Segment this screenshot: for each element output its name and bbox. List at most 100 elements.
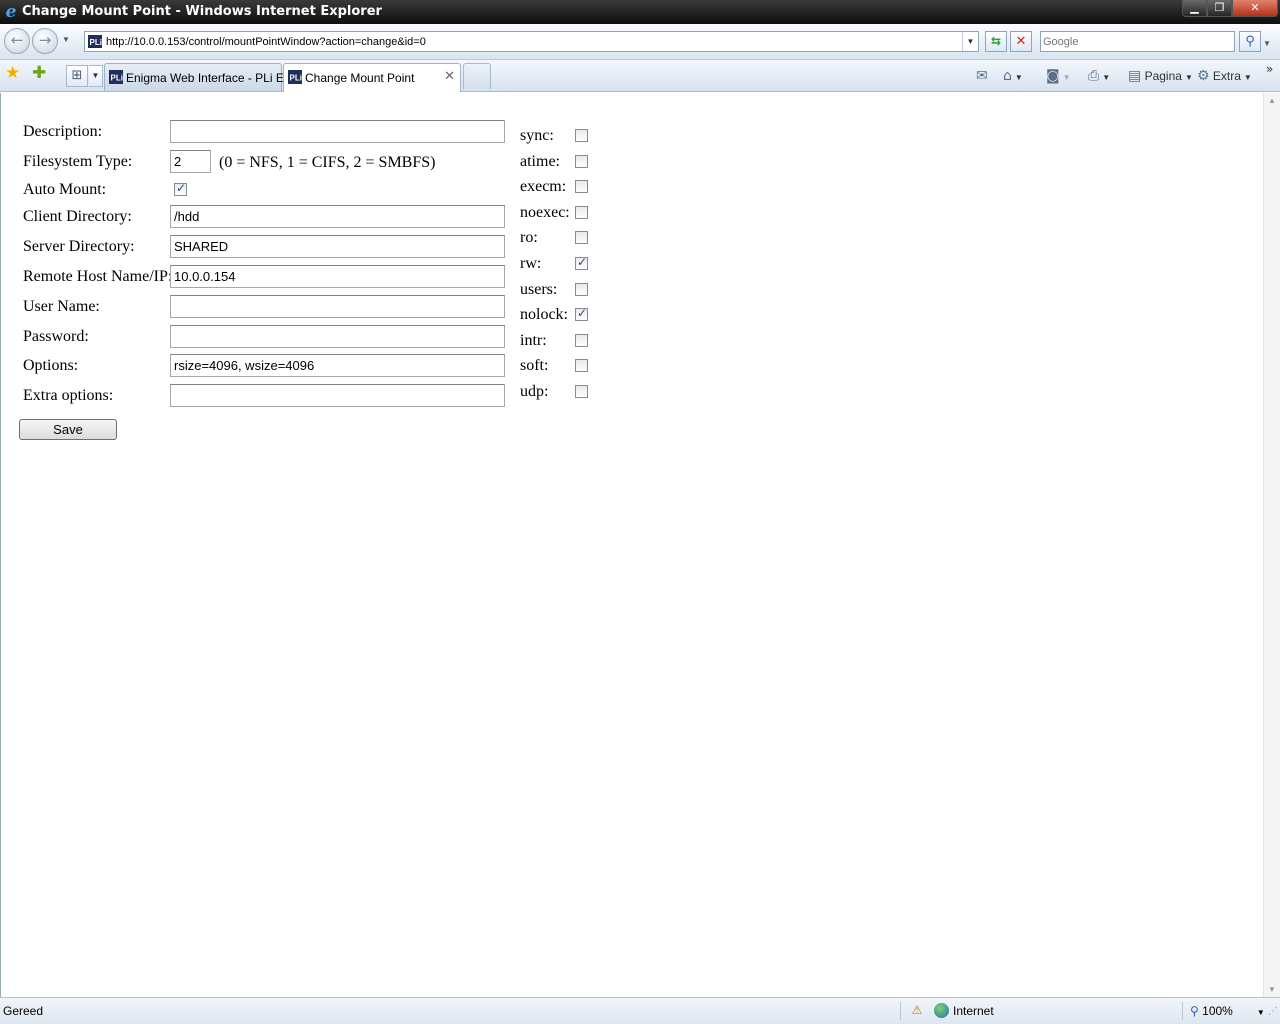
svg-text:PLi: PLi	[290, 74, 302, 83]
window-controls: ▁ ❐ ✕	[1182, 0, 1278, 18]
mount-option-checkbox[interactable]	[575, 129, 588, 142]
mount-option-checkbox[interactable]	[575, 306, 588, 321]
client-directory-label: Client Directory:	[23, 208, 132, 225]
mount-option-checkbox[interactable]	[575, 180, 588, 193]
internet-zone-globe-icon	[934, 1003, 949, 1018]
options-input[interactable]	[170, 354, 505, 377]
printer-icon: ⎙	[1088, 68, 1100, 84]
mount-option-label: soft:	[520, 357, 549, 374]
home-icon: ⌂	[1003, 68, 1012, 84]
zoom-dropdown[interactable]: ▼	[1257, 1008, 1265, 1017]
add-favorites-icon[interactable]: ✚	[32, 63, 46, 83]
mount-option-label: users:	[520, 281, 558, 298]
new-tab-button[interactable]	[463, 63, 491, 89]
feeds-dropdown[interactable]: ▼	[1063, 73, 1071, 82]
tab-list-dropdown[interactable]: ▼	[89, 65, 103, 87]
home-dropdown[interactable]: ▼	[1015, 73, 1023, 82]
page-content: Description: Filesystem Type: (0 = NFS, …	[0, 93, 1280, 997]
mount-option-checkbox[interactable]	[575, 155, 588, 168]
vertical-scrollbar[interactable]: ▲ ▼	[1263, 93, 1280, 997]
password-input[interactable]	[170, 325, 505, 348]
tools-menu[interactable]: ⚙ Extra ▼	[1197, 66, 1252, 86]
fstype-hint: (0 = NFS, 1 = CIFS, 2 = SMBFS)	[219, 154, 436, 171]
remote-host-label: Remote Host Name/IP:	[23, 268, 173, 285]
forward-button[interactable]: →	[32, 28, 58, 54]
print-dropdown[interactable]: ▼	[1102, 73, 1110, 82]
zoom-level-button[interactable]: ⚲ 100% ▼	[1190, 1004, 1265, 1018]
mount-option-checkbox[interactable]	[575, 334, 588, 347]
extra-options-input[interactable]	[170, 384, 505, 407]
username-input[interactable]	[170, 295, 505, 318]
svg-text:PLi: PLi	[90, 38, 102, 47]
minimize-button[interactable]: ▁	[1182, 0, 1207, 17]
extra-options-label: Extra options:	[23, 387, 114, 404]
tab-bar: ★ ✚ ⊞ ▼ PLi Enigma Web Interface - PLi E…	[0, 60, 1280, 92]
mount-option-checkbox[interactable]	[575, 359, 588, 372]
refresh-button[interactable]: ⇆	[985, 31, 1007, 52]
rss-feed-icon: ◙	[1046, 68, 1060, 84]
address-dropdown[interactable]: ▼	[962, 32, 978, 51]
tab-label: Enigma Web Interface - PLi E...	[126, 71, 294, 85]
tools-dropdown[interactable]: ▼	[1244, 73, 1252, 82]
remote-host-input[interactable]	[170, 265, 505, 288]
back-button[interactable]: ←	[4, 28, 30, 54]
scroll-up-icon[interactable]: ▲	[1268, 96, 1276, 105]
address-input[interactable]	[106, 33, 961, 50]
quick-tabs-button[interactable]: ⊞	[66, 65, 88, 87]
stop-icon: ✕	[1015, 34, 1027, 49]
search-button[interactable]: ⚲	[1239, 31, 1261, 52]
username-label: User Name:	[23, 298, 100, 315]
refresh-icon: ⇆	[990, 34, 1002, 48]
mount-option-label: intr:	[520, 332, 547, 349]
gear-icon: ⚙	[1197, 68, 1210, 84]
fstype-input[interactable]	[170, 150, 211, 173]
pli-favicon-icon: PLi	[109, 70, 123, 84]
mount-option-label: rw:	[520, 255, 542, 272]
pli-favicon-icon: PLi	[288, 70, 302, 84]
more-commands-chevron-icon[interactable]: »	[1266, 62, 1273, 76]
description-input[interactable]	[170, 120, 505, 143]
print-button[interactable]: ⎙ ▼	[1088, 66, 1110, 86]
favorites-star-icon[interactable]: ★	[5, 63, 20, 83]
home-button[interactable]: ⌂ ▼	[1003, 66, 1023, 86]
tab-label: Change Mount Point	[305, 71, 415, 85]
close-button[interactable]: ✕	[1232, 0, 1278, 17]
feeds-button[interactable]: ◙ ▼	[1046, 66, 1071, 86]
address-bar: PLi ▼	[84, 31, 979, 52]
mount-option-checkbox[interactable]	[575, 255, 588, 270]
status-bar: Gereed ⚠ Internet ⚲ 100% ▼ ⋰	[0, 997, 1280, 1024]
pli-favicon-icon: PLi	[88, 35, 102, 48]
tab-enigma[interactable]: PLi Enigma Web Interface - PLi E...	[104, 63, 294, 91]
page-menu-label: Pagina	[1144, 69, 1182, 83]
mount-option-label: nolock:	[520, 306, 568, 323]
tab-close-icon[interactable]: ✕	[444, 69, 455, 84]
forward-arrow-icon: →	[38, 31, 52, 49]
back-arrow-icon: ←	[10, 31, 24, 49]
page-dropdown[interactable]: ▼	[1185, 73, 1193, 82]
protected-mode-icon[interactable]: ⚠	[909, 1003, 925, 1019]
feeds-mail-button[interactable]: ✉	[976, 66, 988, 86]
client-directory-input[interactable]	[170, 205, 505, 228]
svg-text:PLi: PLi	[111, 74, 123, 83]
mount-option-checkbox[interactable]	[575, 385, 588, 398]
stop-button[interactable]: ✕	[1010, 31, 1032, 52]
tab-change-mount-point[interactable]: PLi Change Mount Point ✕	[283, 63, 461, 92]
tools-menu-label: Extra	[1212, 69, 1241, 83]
recent-pages-dropdown[interactable]: ▼	[62, 35, 70, 44]
mount-option-checkbox[interactable]	[575, 206, 588, 219]
window-title: Change Mount Point - Windows Internet Ex…	[22, 4, 382, 19]
resize-grip-icon[interactable]: ⋰	[1268, 1006, 1278, 1017]
quick-tabs-icon: ⊞	[71, 68, 83, 83]
search-options-dropdown[interactable]: ▼	[1263, 39, 1271, 48]
mount-option-checkbox[interactable]	[575, 283, 588, 296]
automount-checkbox[interactable]	[174, 181, 187, 196]
search-box	[1040, 31, 1235, 52]
ie-logo-icon: e	[5, 2, 17, 22]
restore-button[interactable]: ❐	[1207, 0, 1232, 17]
page-menu[interactable]: ▤ Pagina ▼	[1128, 66, 1193, 86]
server-directory-input[interactable]	[170, 235, 505, 258]
search-input[interactable]	[1043, 33, 1233, 50]
scroll-down-icon[interactable]: ▼	[1268, 985, 1276, 994]
save-button[interactable]: Save	[19, 419, 117, 440]
mount-option-checkbox[interactable]	[575, 231, 588, 244]
